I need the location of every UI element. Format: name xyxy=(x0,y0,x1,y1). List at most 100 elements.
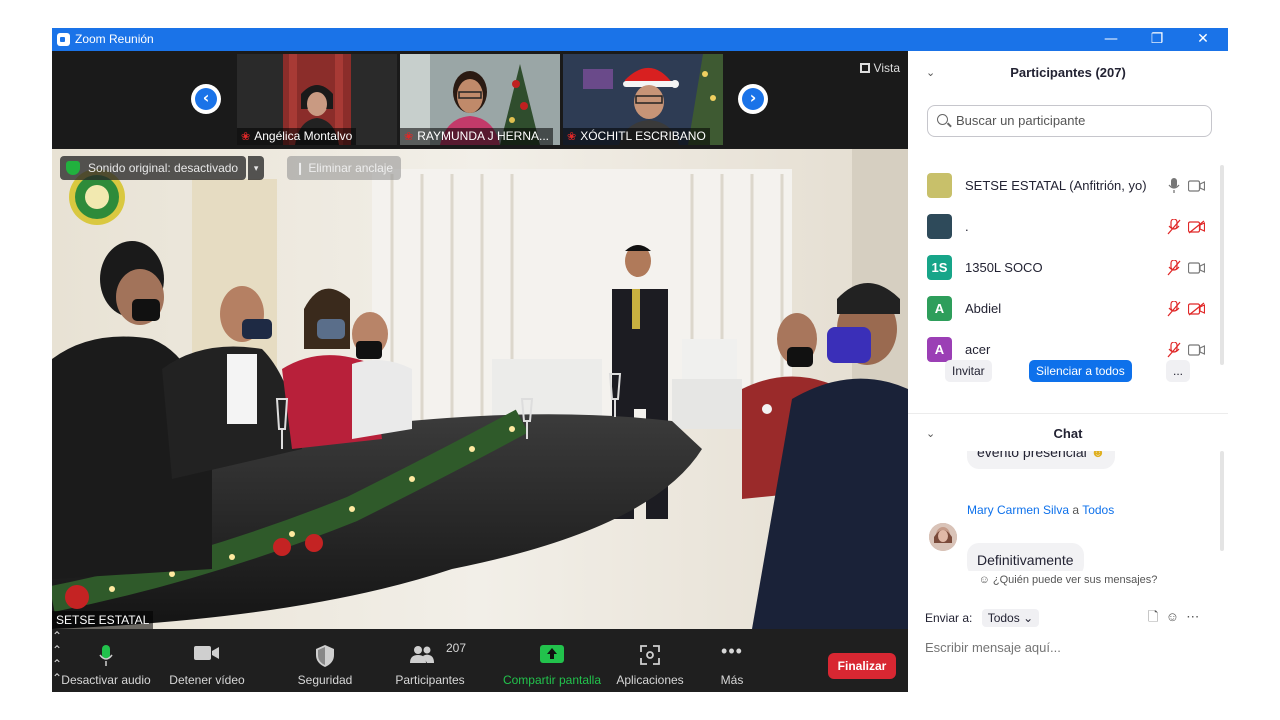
next-page-button[interactable]: › xyxy=(738,84,768,114)
thumbnail-name: ❀ XÓCHITL ESCRIBANO xyxy=(563,128,710,145)
participant-search-input[interactable]: Buscar un participante xyxy=(927,105,1212,137)
participant-name: SETSE ESTATAL (Anfitrión, yo) xyxy=(965,178,1147,193)
people-icon: ☺ xyxy=(978,574,990,586)
more-dots-icon: ••• xyxy=(721,641,743,661)
chat-tools: 🗋 ☺ ⋯ xyxy=(1148,608,1199,630)
file-icon[interactable]: 🗋 xyxy=(1148,609,1158,624)
unpin-button[interactable]: ❙ Eliminar anclaje xyxy=(287,156,402,180)
participants-count: 207 xyxy=(446,641,467,655)
chevron-down-icon[interactable]: ⌄ xyxy=(926,414,935,454)
microphone-icon xyxy=(99,645,113,666)
who-can-see-messages-link[interactable]: ☺ ¿Quién puede ver sus mensajes? xyxy=(908,574,1228,586)
title-bar: Zoom Reunión — ❐ ✕ xyxy=(52,28,1228,51)
participants-icon xyxy=(410,646,434,663)
mute-audio-button[interactable]: Desactivar audio xyxy=(58,629,154,692)
shield-check-icon xyxy=(66,161,80,175)
chevron-left-icon: ‹ xyxy=(202,88,210,107)
thumbnail-name: ❀ RAYMUNDA J HERNA... xyxy=(400,128,554,145)
chevron-down-icon[interactable]: ▾ xyxy=(248,156,265,180)
chat-message-input[interactable] xyxy=(925,636,1215,658)
video-camera-off-icon[interactable] xyxy=(1187,302,1206,316)
original-sound-toggle[interactable]: Sonido original: desactivado ▾ xyxy=(60,156,265,180)
chat-header: ⌄ Chat xyxy=(908,413,1228,453)
participant-thumbnail[interactable]: ❀ RAYMUNDA J HERNA... xyxy=(400,54,560,145)
send-to-label: Enviar a: xyxy=(925,611,973,625)
participant-row[interactable]: SETSE ESTATAL (Anfitrión, yo) xyxy=(908,166,1216,207)
avatar: 1S xyxy=(927,255,952,280)
apps-icon xyxy=(640,645,660,665)
meeting-toolbar: Desactivar audio ⌃ Detener vídeo ⌃ Segur… xyxy=(52,629,908,692)
microphone-muted-icon[interactable] xyxy=(1167,218,1181,235)
more-button[interactable]: ••• Más xyxy=(708,629,756,692)
thumbnail-strip: ‹ ❀ Angélica Montalvo ❀ RAYMUNDA J HERNA… xyxy=(52,51,908,148)
recipient-select[interactable]: Todos ⌄ xyxy=(981,609,1040,627)
send-to: Enviar a: Todos ⌄ xyxy=(925,609,1040,627)
video-camera-off-icon[interactable] xyxy=(1187,220,1206,234)
window-title: Zoom Reunión xyxy=(75,32,154,46)
participant-row[interactable]: . xyxy=(908,207,1216,248)
video-camera-icon[interactable] xyxy=(1187,179,1206,193)
zoom-window: Zoom Reunión — ❐ ✕ ‹ ❀Angélica Montalvo xyxy=(52,28,1228,692)
participant-actions: Invitar Silenciar a todos ... xyxy=(908,354,1228,388)
chat-recipient[interactable]: Todos xyxy=(1082,503,1114,517)
participant-thumbnail[interactable]: ❀ Angélica Montalvo xyxy=(237,54,397,145)
microphone-muted-icon[interactable] xyxy=(1167,259,1181,276)
apps-button[interactable]: Aplicaciones xyxy=(612,629,688,692)
main-video: Sonido original: desactivado ▾ ❙ Elimina… xyxy=(52,149,908,629)
more-dots-icon[interactable]: ⋯ xyxy=(1186,609,1199,624)
chat-messages: evento presencial ☻ Mary Carmen Silva a … xyxy=(908,451,1228,571)
restore-button[interactable]: ❐ xyxy=(1134,28,1180,51)
chat-message: Definitivamente xyxy=(967,543,1084,571)
participant-name: . xyxy=(965,219,969,234)
speaker-video-image xyxy=(52,149,908,629)
smile-emoji-icon: ☻ xyxy=(1090,451,1106,460)
video-camera-icon xyxy=(194,646,219,660)
sender-photo xyxy=(929,523,957,551)
security-button[interactable]: Seguridad xyxy=(282,629,368,692)
microphone-icon[interactable] xyxy=(1167,178,1181,194)
speaker-name-tag: SETSE ESTATAL xyxy=(52,611,154,629)
view-button[interactable]: Vista xyxy=(859,61,900,75)
avatar xyxy=(927,173,952,198)
minimize-button[interactable]: — xyxy=(1088,28,1134,51)
side-panel: ⌄ Participantes (207) Buscar un particip… xyxy=(908,51,1228,692)
shield-icon xyxy=(316,645,334,667)
more-options-button[interactable]: ... xyxy=(1166,360,1191,382)
participant-name: 1350L SOCO xyxy=(965,260,1043,275)
chat-message-meta: Mary Carmen Silva a Todos xyxy=(967,503,1114,517)
avatar: A xyxy=(927,296,952,321)
participant-row[interactable]: 1S 1350L SOCO xyxy=(908,248,1216,289)
mic-muted-icon: ❀ xyxy=(567,131,577,143)
participant-row[interactable]: A Abdiel xyxy=(908,289,1216,330)
video-camera-icon[interactable] xyxy=(1187,261,1206,275)
participant-name: Abdiel xyxy=(965,301,1002,316)
mic-muted-icon: ❀ xyxy=(241,131,251,143)
stop-video-button[interactable]: Detener vídeo xyxy=(162,629,252,692)
chat-message: evento presencial ☻ xyxy=(967,451,1116,469)
invite-button[interactable]: Invitar xyxy=(945,360,992,382)
avatar xyxy=(927,214,952,239)
emoji-icon[interactable]: ☺ xyxy=(1166,609,1179,624)
mute-all-button[interactable]: Silenciar a todos xyxy=(1029,360,1132,382)
share-screen-icon xyxy=(540,645,564,663)
microphone-muted-icon[interactable] xyxy=(1167,300,1181,317)
chevron-right-icon: › xyxy=(749,88,757,107)
chat-to-word: a xyxy=(1072,503,1080,517)
pin-icon: ❙ xyxy=(295,161,309,175)
participant-list-scrollbar[interactable] xyxy=(1220,165,1224,365)
chat-sender[interactable]: Mary Carmen Silva xyxy=(967,503,1069,517)
participants-header: ⌄ Participantes (207) xyxy=(908,53,1228,93)
share-screen-button[interactable]: Compartir pantalla xyxy=(498,629,606,692)
prev-page-button[interactable]: ‹ xyxy=(191,84,221,114)
video-area: ‹ ❀ Angélica Montalvo ❀ RAYMUNDA J HERNA… xyxy=(52,51,908,692)
end-meeting-button[interactable]: Finalizar xyxy=(828,653,896,679)
chevron-down-icon: ⌄ xyxy=(1023,611,1034,625)
chat-scrollbar[interactable] xyxy=(1220,451,1224,551)
zoom-app-icon xyxy=(57,33,70,46)
chevron-down-icon[interactable]: ⌄ xyxy=(926,53,935,93)
participants-button[interactable]: 207 Participantes xyxy=(386,629,474,692)
participant-thumbnail[interactable]: ❀ XÓCHITL ESCRIBANO xyxy=(563,54,723,145)
grid-icon xyxy=(859,63,870,73)
close-button[interactable]: ✕ xyxy=(1180,28,1226,51)
avatar xyxy=(929,523,957,551)
